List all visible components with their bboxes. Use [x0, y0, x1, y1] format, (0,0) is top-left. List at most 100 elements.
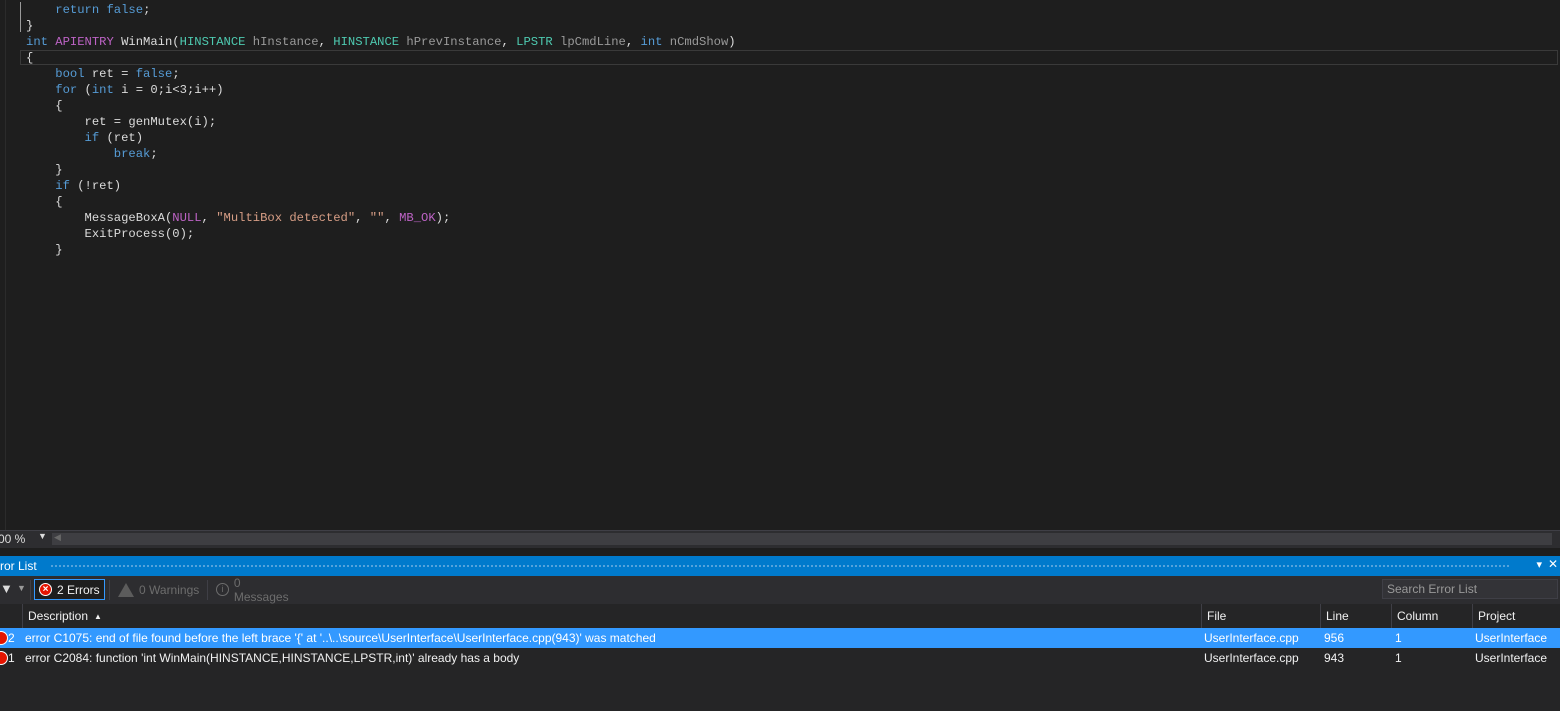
code-editor[interactable]: return false;} int APIENTRY WinMain(HINST…: [0, 0, 1560, 530]
code-line: bool ret = false;: [26, 66, 736, 82]
row-project: UserInterface: [1475, 651, 1548, 665]
window-position-dropdown-icon[interactable]: ▾: [1536, 558, 1542, 571]
error-list-toolbar: ▼ ▼ × 2 Errors 0 Warnings i 0 Messages: [0, 576, 1560, 604]
messages-filter-button[interactable]: i 0 Messages: [212, 576, 302, 604]
code-token: ,: [355, 211, 370, 225]
code-token: for: [55, 83, 78, 97]
toolbar-separator: [30, 580, 31, 600]
column-header-project[interactable]: Project: [1473, 604, 1560, 628]
code-line: }: [26, 162, 736, 178]
code-token: MessageBoxA(: [26, 211, 173, 225]
column-header-description[interactable]: Description ▲: [23, 604, 1201, 628]
error-list-title: rror List: [0, 559, 37, 573]
code-line: ret = genMutex(i);: [26, 114, 736, 130]
fold-guide: [20, 2, 21, 32]
code-line: ExitProcess(0);: [26, 226, 736, 242]
code-token: ret = genMutex(i);: [26, 115, 217, 129]
code-token: HINSTANCE: [333, 35, 400, 49]
code-token: ,: [384, 211, 400, 225]
toolbar-separator: [109, 580, 110, 600]
row-project: UserInterface: [1475, 631, 1548, 645]
drag-grip[interactable]: [50, 564, 1510, 568]
search-error-list-input[interactable]: [1382, 579, 1558, 599]
filter-icon[interactable]: ▼: [0, 581, 13, 596]
code-line: int APIENTRY WinMain(HINSTANCE hInstance…: [26, 34, 736, 50]
code-token: ,: [201, 211, 217, 225]
code-token: }: [26, 243, 63, 257]
code-token: "MultiBox detected": [216, 211, 356, 225]
code-token: LPSTR: [516, 35, 553, 49]
code-token: ret =: [84, 67, 136, 81]
errors-filter-button[interactable]: × 2 Errors: [34, 579, 105, 600]
code-token: ,: [318, 35, 334, 49]
code-token: (!ret): [69, 179, 122, 193]
code-token: HINSTANCE: [179, 35, 246, 49]
code-line: {: [26, 194, 736, 210]
warning-icon: [118, 582, 134, 597]
code-token: MB_OK: [399, 211, 436, 225]
code-token: {: [26, 195, 63, 209]
code-token: (: [77, 83, 92, 97]
code-line: }: [26, 242, 736, 258]
sort-ascending-icon: ▲: [94, 612, 102, 621]
code-token: }: [26, 163, 63, 177]
code-line: return false;: [26, 2, 736, 18]
code-token: "": [369, 211, 385, 225]
code-token: ;: [150, 147, 158, 161]
filter-dropdown-icon[interactable]: ▼: [17, 583, 26, 593]
close-icon[interactable]: ✕: [1548, 557, 1558, 571]
code-text[interactable]: return false;} int APIENTRY WinMain(HINST…: [26, 2, 736, 258]
error-icon: [0, 651, 8, 665]
scroll-left-icon[interactable]: ◀: [54, 532, 61, 543]
code-token: false: [106, 3, 144, 17]
code-line: }: [26, 18, 736, 34]
table-row[interactable]: 2 error C1075: end of file found before …: [0, 628, 1560, 648]
code-line: if (ret): [26, 130, 736, 146]
error-icon: ×: [39, 583, 52, 596]
horizontal-scrollbar[interactable]: [52, 533, 1552, 545]
column-header-file[interactable]: File: [1202, 604, 1320, 628]
errors-count-label: 2 Errors: [57, 582, 100, 597]
zoom-level[interactable]: 00 %: [0, 532, 25, 546]
row-line: 956: [1324, 631, 1345, 645]
code-line: {: [26, 98, 736, 114]
column-header-line[interactable]: Line: [1321, 604, 1391, 628]
code-token: i = 0;i<3;i++): [113, 83, 224, 97]
code-token: lpCmdLine: [560, 35, 626, 49]
table-row[interactable]: 1 error C2084: function 'int WinMain(HIN…: [0, 648, 1560, 668]
editor-status-bar: 00 % ▼ ◀: [0, 530, 1560, 548]
warnings-filter-button[interactable]: 0 Warnings: [114, 579, 204, 600]
column-header-column[interactable]: Column: [1392, 604, 1472, 628]
code-token: bool: [55, 67, 85, 81]
row-index: 2: [8, 631, 15, 645]
code-token: false: [135, 67, 173, 81]
row-description: error C2084: function 'int WinMain(HINST…: [25, 651, 520, 665]
code-line: MessageBoxA(NULL, "MultiBox detected", "…: [26, 210, 736, 226]
code-token: {: [26, 51, 34, 65]
code-token: hPrevInstance: [406, 35, 502, 49]
code-token: (ret): [99, 131, 144, 145]
code-token: if: [55, 179, 70, 193]
caret-down-icon[interactable]: ▼: [38, 531, 47, 541]
code-token: ;: [172, 67, 180, 81]
column-description-label: Description: [28, 609, 89, 623]
code-token: nCmdShow: [669, 35, 729, 49]
row-column: 1: [1395, 651, 1402, 665]
error-icon: [0, 631, 8, 645]
code-line: break;: [26, 146, 736, 162]
messages-count-label: 0 Messages: [233, 575, 289, 604]
error-list-header: Description ▲ File Line Column Project: [0, 604, 1560, 628]
error-list-title-bar[interactable]: rror List ▾ ✕: [0, 556, 1560, 576]
editor-margin: [0, 0, 6, 530]
code-token: ,: [501, 35, 517, 49]
warnings-count-label: 0 Warnings: [139, 582, 200, 597]
code-token: ExitProcess(0);: [26, 227, 195, 241]
code-line: for (int i = 0;i<3;i++): [26, 82, 736, 98]
toolbar-separator: [207, 580, 208, 600]
